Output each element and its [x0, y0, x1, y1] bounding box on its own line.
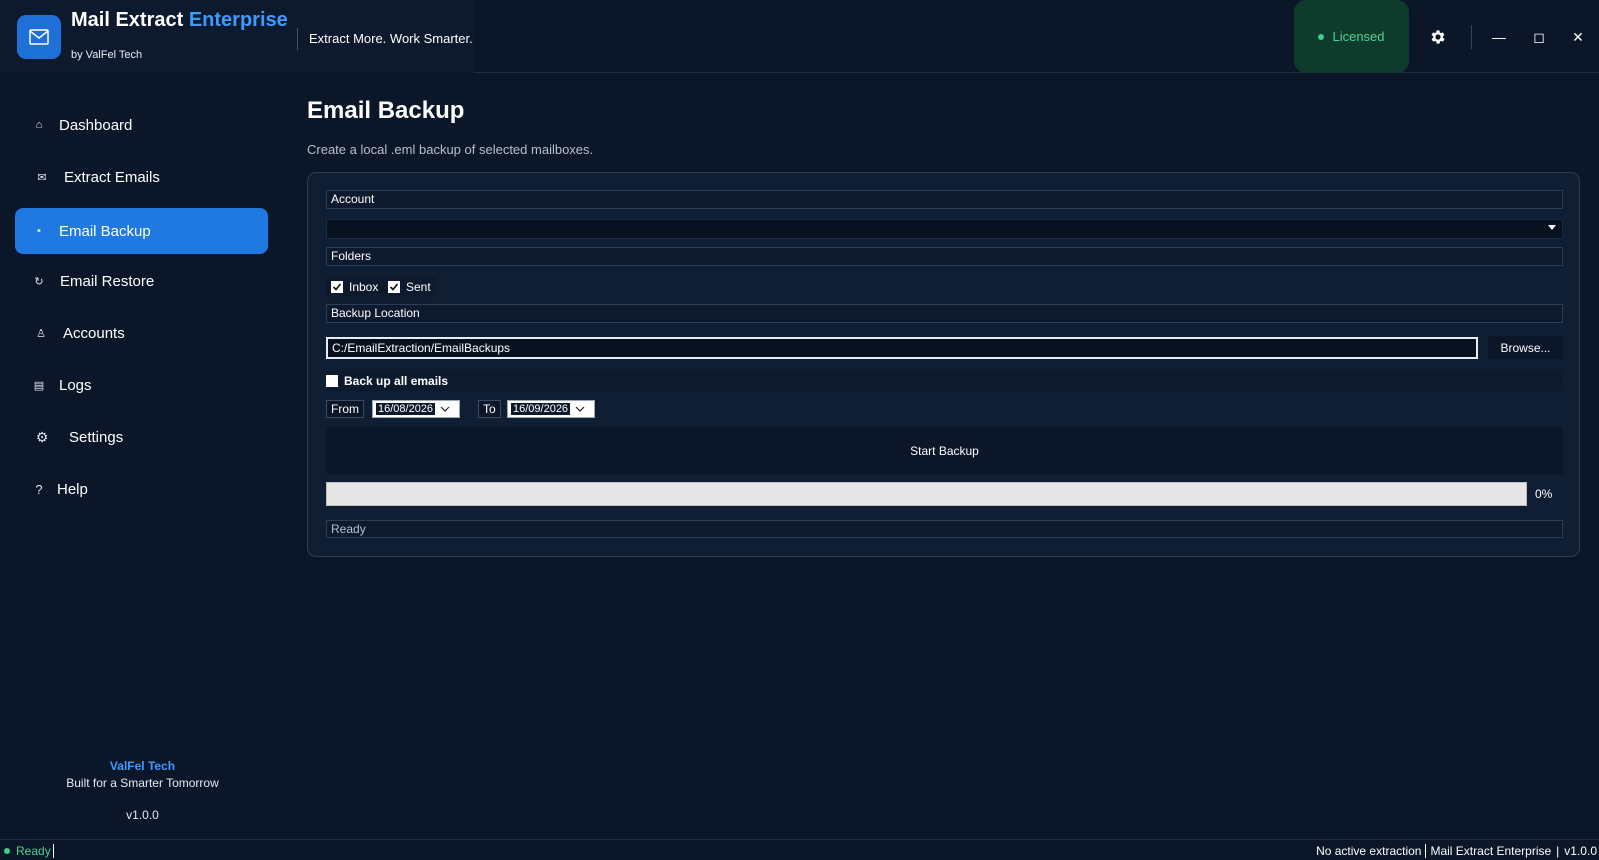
- status-separator: [1425, 844, 1427, 858]
- account-label: Account: [326, 190, 1563, 209]
- gear-icon: [1431, 30, 1445, 44]
- chevron-down-icon[interactable]: [573, 401, 587, 417]
- folder-label: Sent: [406, 280, 431, 294]
- footer-tagline: Built for a Smarter Tomorrow: [66, 776, 219, 790]
- from-label: From: [326, 400, 364, 418]
- envelope-icon: ✉: [37, 171, 47, 184]
- sidebar-item-settings[interactable]: ⚙ Settings: [15, 414, 268, 460]
- license-status-dot: [1318, 33, 1325, 40]
- logs-icon: ▤: [33, 379, 45, 392]
- status-bar: Ready No active extraction Mail Extract …: [0, 839, 1599, 860]
- tagline-divider: [297, 28, 298, 50]
- app-name-main: Mail Extract: [71, 9, 184, 31]
- check-icon: [332, 283, 342, 291]
- footer-version: v1.0.0: [126, 808, 159, 822]
- sidebar-item-label: Logs: [59, 376, 92, 394]
- sidebar-item-label: Help: [57, 480, 88, 498]
- status-right: No active extraction Mail Extract Enterp…: [1316, 844, 1597, 858]
- backup-location-label: Backup Location: [326, 304, 1563, 323]
- app-title: Mail Extract Enterprise: [71, 9, 288, 32]
- footer-brand: ValFel Tech: [109, 759, 176, 773]
- to-date-value: 16/09/2026: [511, 403, 571, 415]
- backup-status: Ready: [326, 520, 1563, 538]
- text-caret: [52, 844, 54, 858]
- browse-button[interactable]: Browse...: [1488, 336, 1563, 359]
- status-version-text: v1.0.0: [1564, 844, 1597, 858]
- checkbox-checked[interactable]: [388, 281, 400, 293]
- sidebar-item-label: Settings: [69, 428, 124, 446]
- user-icon: ♙: [36, 327, 46, 340]
- window-controls-divider: [1471, 25, 1472, 49]
- sidebar-item-dashboard[interactable]: ⌂ Dashboard: [15, 102, 268, 148]
- help-icon: ?: [35, 481, 43, 497]
- sidebar-item-label: Email Backup: [59, 222, 151, 240]
- envelope-icon: [29, 29, 49, 45]
- sidebar: ⌂ Dashboard ✉ Extract Emails ▪ Email Bac…: [0, 73, 285, 839]
- status-extraction-text: No active extraction: [1316, 844, 1422, 858]
- folder-inbox-checkbox[interactable]: Inbox: [326, 277, 384, 297]
- checkbox-checked[interactable]: [331, 281, 343, 293]
- folder-sent-checkbox[interactable]: Sent: [383, 277, 436, 297]
- sidebar-item-logs[interactable]: ▤ Logs: [15, 362, 268, 408]
- chevron-down-icon: [1548, 225, 1556, 230]
- folder-label: Inbox: [349, 280, 379, 294]
- backup-location-input[interactable]: C:/EmailExtraction/EmailBackups: [326, 337, 1478, 359]
- sidebar-item-help[interactable]: ? Help: [15, 466, 268, 512]
- sidebar-item-label: Dashboard: [59, 116, 133, 134]
- checkbox-unchecked[interactable]: [326, 375, 338, 387]
- check-icon: [389, 283, 399, 291]
- account-select[interactable]: [326, 219, 1563, 239]
- sidebar-item-extract-emails[interactable]: ✉ Extract Emails: [15, 154, 268, 200]
- app-tagline: Extract More. Work Smarter.: [309, 31, 473, 46]
- progress-percent: 0%: [1535, 487, 1553, 501]
- backup-all-checkbox[interactable]: Back up all emails: [326, 371, 1563, 391]
- sidebar-item-label: Accounts: [63, 324, 125, 342]
- app-byline: by ValFel Tech: [71, 49, 143, 61]
- license-badge: Licensed: [1294, 0, 1409, 73]
- from-date-value: 16/08/2026: [376, 403, 436, 415]
- page-subtitle: Create a local .eml backup of selected m…: [307, 142, 594, 157]
- sidebar-item-email-backup[interactable]: ▪ Email Backup: [15, 208, 268, 254]
- sidebar-item-email-restore[interactable]: ↻ Email Restore: [15, 258, 268, 304]
- page-title: Email Backup: [307, 97, 465, 124]
- status-ready: Ready: [4, 844, 54, 858]
- settings-button[interactable]: [1428, 27, 1448, 47]
- app-logo: [17, 15, 61, 59]
- backup-progress-bar: [326, 482, 1527, 506]
- sidebar-item-label: Email Restore: [60, 272, 155, 290]
- maximize-button[interactable]: ◻: [1526, 24, 1552, 50]
- close-button[interactable]: ✕: [1565, 24, 1591, 50]
- sidebar-item-accounts[interactable]: ♙ Accounts: [15, 310, 268, 356]
- status-dot: [4, 848, 10, 854]
- folders-label: Folders: [326, 247, 1563, 266]
- status-app-text: Mail Extract Enterprise: [1430, 844, 1552, 858]
- to-label: To: [478, 400, 501, 418]
- restore-icon: ↻: [34, 275, 44, 288]
- sidebar-item-label: Extract Emails: [64, 168, 160, 186]
- minimize-button[interactable]: —: [1486, 24, 1512, 50]
- status-left-text: Ready: [16, 844, 51, 858]
- title-bar: Mail Extract Enterprise by ValFel Tech E…: [0, 0, 1599, 73]
- license-label: Licensed: [1332, 29, 1385, 44]
- chevron-down-icon[interactable]: [438, 401, 452, 417]
- to-date-picker[interactable]: 16/09/2026: [507, 400, 595, 418]
- start-backup-button[interactable]: Start Backup: [326, 427, 1563, 474]
- backup-icon: ▪: [37, 225, 41, 237]
- gear-icon: ⚙: [35, 428, 49, 445]
- backup-all-label: Back up all emails: [344, 374, 449, 388]
- from-date-picker[interactable]: 16/08/2026: [372, 400, 460, 418]
- home-icon: ⌂: [35, 119, 43, 131]
- status-separator-text: |: [1556, 844, 1560, 858]
- app-name-accent: Enterprise: [188, 9, 288, 31]
- backup-card: Account Folders Inbox Sent Backup Locati…: [307, 172, 1580, 557]
